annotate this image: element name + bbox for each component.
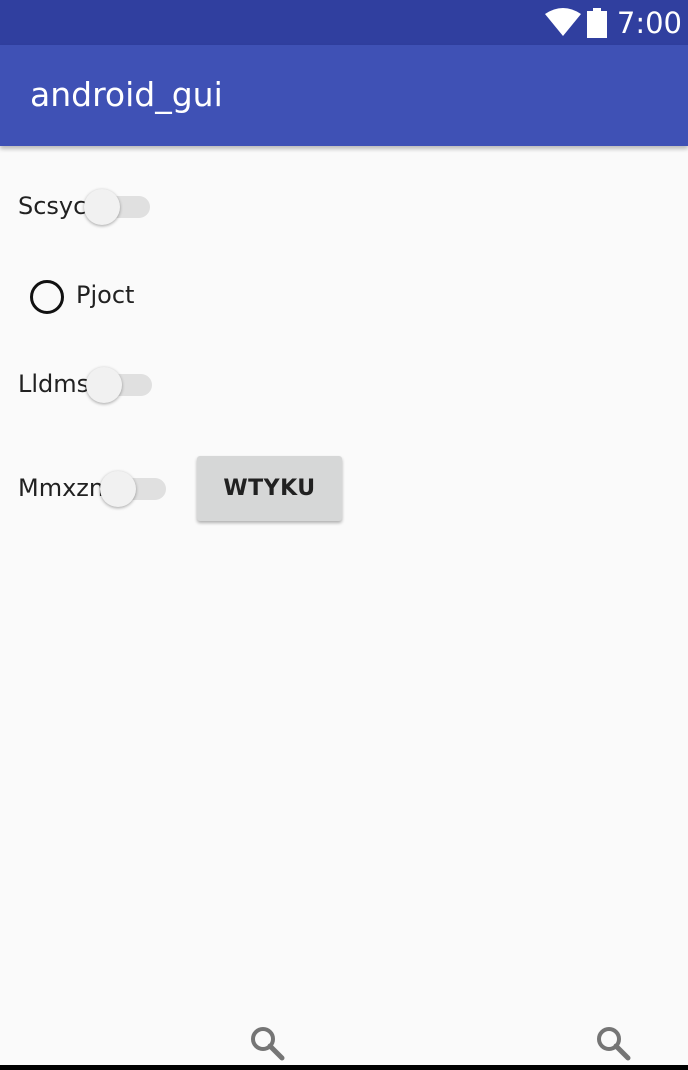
main-content: Scsyc Pjoct Lldms Mmxzn WTYKU xyxy=(0,146,688,1036)
status-time: 7:00 xyxy=(616,5,682,40)
radio-pjoct-label[interactable]: Pjoct xyxy=(76,280,134,310)
switch-lldms-label: Lldms xyxy=(18,370,90,398)
search-icon[interactable] xyxy=(594,1024,634,1064)
search-icon[interactable] xyxy=(248,1024,288,1064)
status-bar: 7:00 xyxy=(0,0,688,45)
switch-scsyc[interactable] xyxy=(84,186,154,226)
switch-lldms[interactable] xyxy=(86,364,156,404)
app-bar: android_gui xyxy=(0,45,688,146)
switch-mmxzn-label: Mmxzn xyxy=(18,474,105,502)
app-title: android_gui xyxy=(30,75,223,114)
switch-scsyc-label: Scsyc xyxy=(18,192,87,220)
battery-icon xyxy=(586,7,607,38)
switch-thumb xyxy=(100,471,136,507)
switch-mmxzn[interactable] xyxy=(100,468,170,508)
radio-pjoct[interactable] xyxy=(30,280,64,314)
wifi-icon xyxy=(544,7,581,36)
wtyku-button[interactable]: WTYKU xyxy=(197,456,342,521)
status-icons: 7:00 xyxy=(544,0,682,45)
switch-thumb xyxy=(86,367,122,403)
switch-thumb xyxy=(84,189,120,225)
navigation-bar-edge xyxy=(0,1065,688,1070)
